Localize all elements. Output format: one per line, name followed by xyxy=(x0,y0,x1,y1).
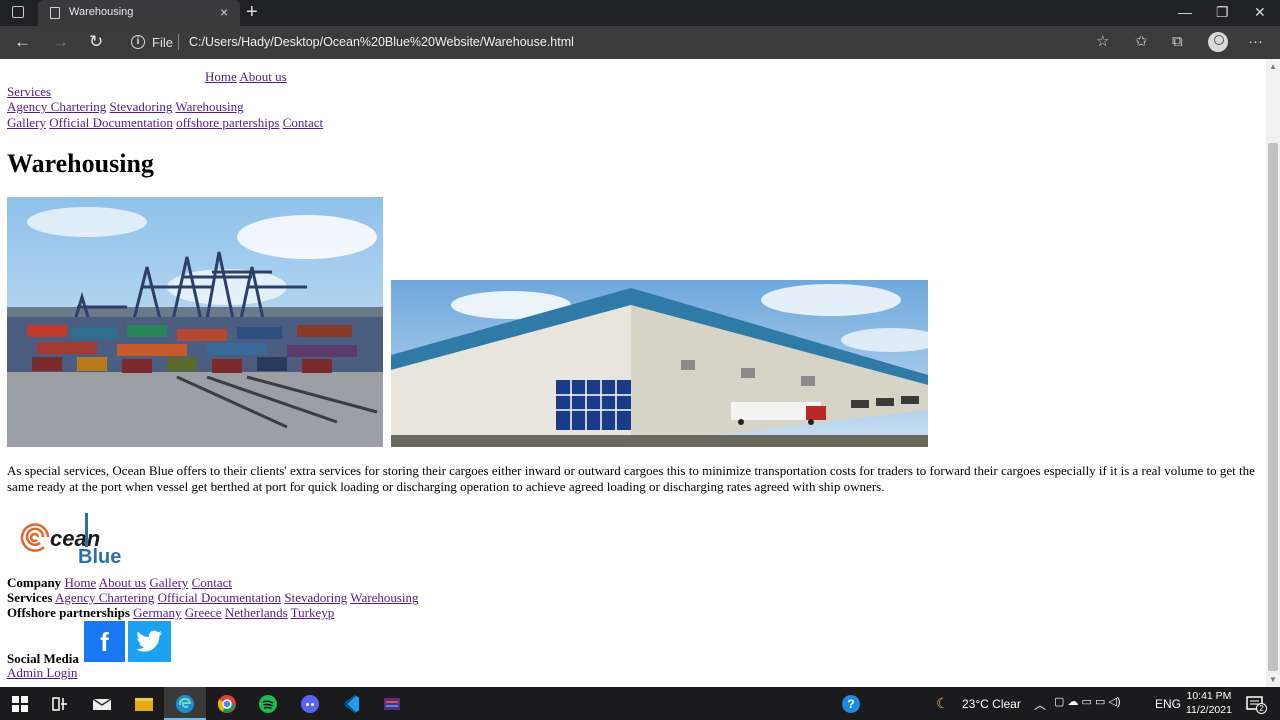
back-button[interactable]: ← xyxy=(14,32,31,52)
minimize-button[interactable]: — xyxy=(1178,3,1192,21)
footer-services-label: Services xyxy=(7,590,53,605)
notification-count: 2 xyxy=(1256,703,1267,714)
nav-offshore-link[interactable]: offshore parterships xyxy=(176,115,279,130)
profile-avatar[interactable] xyxy=(1208,32,1228,52)
nav-agency-link[interactable]: Agency Chartering xyxy=(7,99,106,114)
more-menu-icon[interactable]: ··· xyxy=(1248,33,1263,51)
forward-button[interactable]: → xyxy=(52,32,69,52)
nav-official-docs-link[interactable]: Official Documentation xyxy=(49,115,173,130)
nav-row-2: Services xyxy=(7,84,51,99)
refresh-button[interactable]: ↻ xyxy=(89,32,103,52)
footer-company-row: Company Home About us Gallery Contact xyxy=(7,575,232,590)
mail-icon[interactable] xyxy=(91,693,113,715)
restore-button[interactable]: ❐ xyxy=(1216,3,1229,21)
spotify-icon[interactable] xyxy=(257,693,279,715)
footer-offshore-row: Offshore partnerships Germany Greece Net… xyxy=(7,605,334,620)
tab-actions-icon[interactable] xyxy=(12,6,24,18)
file-explorer-icon[interactable] xyxy=(133,693,155,715)
nav-services-link[interactable]: Services xyxy=(7,84,51,99)
footer-stevadoring-link[interactable]: Stevadoring xyxy=(284,590,347,605)
tab-title: Warehousing xyxy=(69,6,134,18)
close-window-button[interactable]: ✕ xyxy=(1254,3,1266,21)
nav-row-1: Home About us xyxy=(205,69,287,84)
chrome-icon[interactable] xyxy=(216,693,238,715)
address-bar[interactable]: C:/Users/Hady/Desktop/Ocean%20Blue%20Web… xyxy=(189,35,574,49)
tab-close-icon[interactable]: × xyxy=(220,4,228,20)
footer-gallery-link[interactable]: Gallery xyxy=(149,575,188,590)
help-icon[interactable]: ? xyxy=(840,693,862,715)
footer-logo[interactable]: cean Blue xyxy=(18,513,128,568)
app-icon[interactable] xyxy=(381,693,403,715)
scroll-up-icon[interactable]: ▲ xyxy=(1269,62,1277,71)
footer-offshore-label: Offshore partnerships xyxy=(7,605,130,620)
info-icon[interactable]: i xyxy=(131,35,145,49)
collections-icon[interactable]: ⧉ xyxy=(1172,33,1183,51)
clock-time: 10:41 PM xyxy=(1186,690,1232,702)
page-scrollbar[interactable]: ▲ ▼ xyxy=(1266,59,1280,687)
footer-netherlands-link[interactable]: Netherlands xyxy=(225,605,288,620)
footer-warehousing-link[interactable]: Warehousing xyxy=(350,590,418,605)
logo-text-blue: Blue xyxy=(78,546,121,565)
warehousing-description: As special services, Ocean Blue offers t… xyxy=(7,463,1255,494)
nav-stevadoring-link[interactable]: Stevadoring xyxy=(110,99,173,114)
scroll-thumb[interactable] xyxy=(1268,143,1278,671)
discord-icon[interactable] xyxy=(299,693,321,715)
favorites-icon[interactable]: ✩ xyxy=(1135,33,1148,51)
nav-row-3: Agency Chartering Stevadoring Warehousin… xyxy=(7,99,244,114)
footer-turkey-link[interactable]: Turkeyp xyxy=(291,605,335,620)
nav-home-link[interactable]: Home xyxy=(205,69,237,84)
header-logo[interactable]: Blue xyxy=(30,59,200,71)
nav-gallery-link[interactable]: Gallery xyxy=(7,115,46,130)
footer-about-link[interactable]: About us xyxy=(99,575,146,590)
windows-taskbar: ? ☾ 23°C Clear ︿ ▢ ☁ ▭ ▭ ◁) ENG 10:41 PM… xyxy=(0,687,1280,720)
footer-contact-link[interactable]: Contact xyxy=(192,575,232,590)
nav-row-4: Gallery Official Documentation offshore … xyxy=(7,115,323,130)
footer-official-docs-link[interactable]: Official Documentation xyxy=(158,590,282,605)
add-favorite-icon[interactable]: ☆ xyxy=(1096,33,1109,51)
nav-warehousing-link[interactable]: Warehousing xyxy=(175,99,243,114)
weather-text[interactable]: 23°C Clear xyxy=(962,697,1021,711)
warehouse-building-image xyxy=(391,280,928,447)
tray-chevron-icon[interactable]: ︿ xyxy=(1034,696,1046,713)
footer-services-row: Services Agency Chartering Official Docu… xyxy=(7,590,419,605)
new-tab-button[interactable]: + xyxy=(246,1,258,23)
nav-contact-link[interactable]: Contact xyxy=(283,115,323,130)
weather-moon-icon: ☾ xyxy=(936,695,949,711)
vscode-icon[interactable] xyxy=(340,693,362,715)
tray-icons[interactable]: ▢ ☁ ▭ ▭ ◁) xyxy=(1054,695,1121,708)
task-view-icon[interactable] xyxy=(49,693,71,715)
start-windows-icon[interactable] xyxy=(9,693,31,715)
page-icon xyxy=(50,7,60,19)
browser-tab[interactable]: Warehousing × xyxy=(38,0,240,26)
footer-germany-link[interactable]: Germany xyxy=(133,605,181,620)
page-title: Warehousing xyxy=(7,149,154,178)
scroll-down-icon[interactable]: ▼ xyxy=(1269,675,1277,684)
browser-tab-bar: Warehousing × + — ❐ ✕ xyxy=(0,0,1280,26)
file-label: File xyxy=(152,35,173,50)
clock-date: 11/2/2021 xyxy=(1186,704,1232,716)
web-page: Blue Home About us Services Agency Chart… xyxy=(0,59,1266,687)
taskbar-clock[interactable]: 10:41 PM 11/2/2021 xyxy=(1186,689,1232,717)
facebook-icon[interactable]: f xyxy=(84,621,125,662)
footer-company-label: Company xyxy=(7,575,62,590)
nav-about-link[interactable]: About us xyxy=(239,69,286,84)
svg-text:?: ? xyxy=(847,697,854,711)
footer-agency-link[interactable]: Agency Chartering xyxy=(55,590,154,605)
edge-browser-icon[interactable] xyxy=(174,693,196,715)
svg-text:Blue: Blue xyxy=(100,59,156,61)
browser-toolbar: ← → ↻ i File C:/Users/Hady/Desktop/Ocean… xyxy=(0,26,1280,59)
language-indicator[interactable]: ENG xyxy=(1155,697,1181,711)
footer-greece-link[interactable]: Greece xyxy=(185,605,222,620)
twitter-icon[interactable] xyxy=(128,621,171,662)
address-separator xyxy=(178,34,179,50)
admin-login-link[interactable]: Admin Login xyxy=(7,665,77,681)
notification-icon[interactable]: 2 xyxy=(1244,693,1267,715)
port-cranes-image xyxy=(7,197,387,447)
footer-home-link[interactable]: Home xyxy=(64,575,96,590)
